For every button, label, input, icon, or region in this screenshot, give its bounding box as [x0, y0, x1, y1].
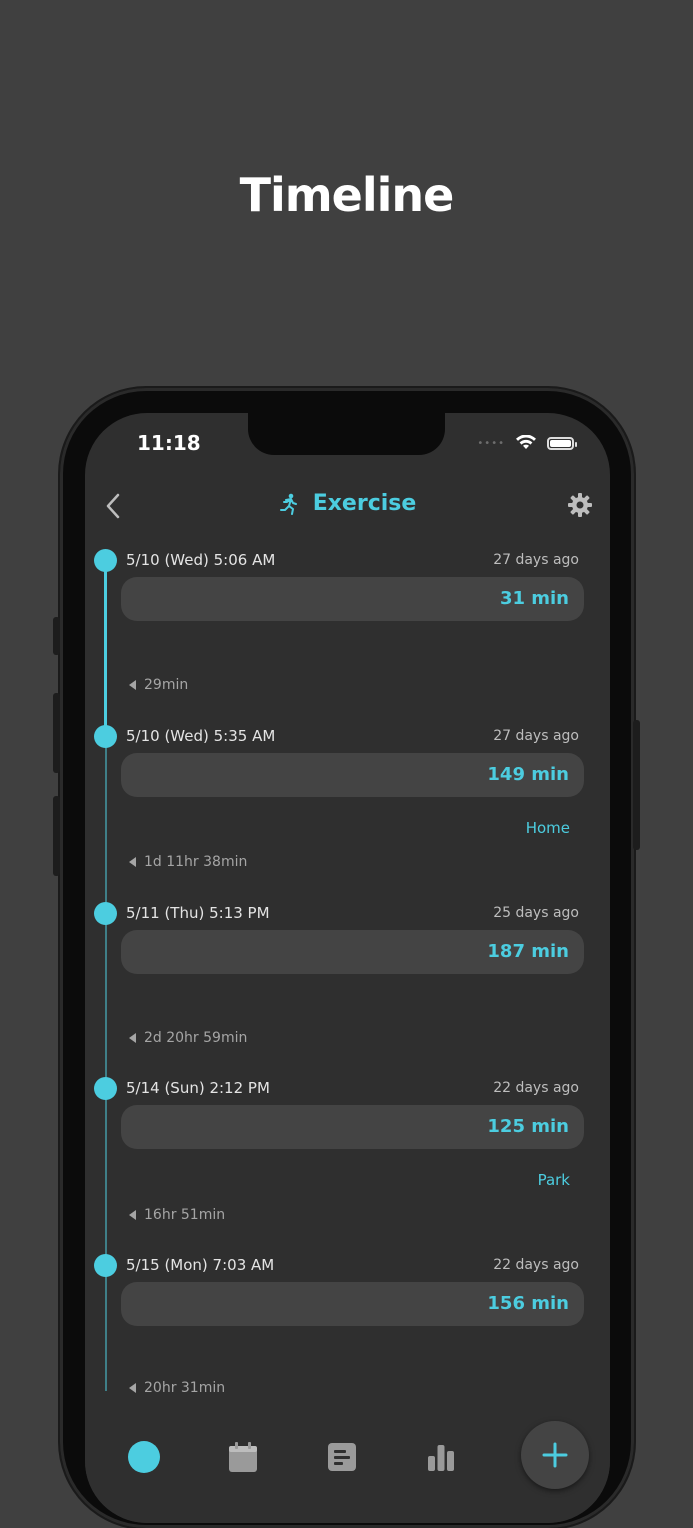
status-time: 11:18	[137, 431, 201, 455]
timeline-dot-icon	[128, 1441, 160, 1473]
phone-volume-down	[53, 796, 60, 876]
tab-notes[interactable]	[322, 1437, 362, 1477]
entry-duration: 31 min	[499, 588, 569, 609]
signal-icon: ••••	[477, 437, 505, 449]
gap-duration: 29min	[144, 677, 189, 693]
entry-card[interactable]: 31 min	[121, 577, 584, 621]
entry-location-tag[interactable]: Park	[538, 1171, 570, 1189]
app-screen: 11:18 •••• Exercise 5/10 (Wed) 5:06 AM 2…	[85, 413, 610, 1523]
left-arrow-icon	[129, 1383, 136, 1393]
gap-duration: 2d 20hr 59min	[144, 1030, 248, 1046]
running-person-icon	[279, 493, 297, 515]
nav-title: Exercise	[312, 491, 417, 516]
entry-relative-time: 25 days ago	[493, 905, 579, 921]
entry-card[interactable]: 187 min	[121, 930, 584, 974]
entry-relative-time: 27 days ago	[493, 552, 579, 568]
nav-title-group: Exercise	[85, 491, 610, 516]
gap-label: 20hr 31min	[129, 1380, 225, 1396]
tab-bar	[85, 1413, 610, 1523]
timeline-dot	[94, 902, 117, 925]
entry-card[interactable]: 156 min	[121, 1282, 584, 1326]
notch	[248, 413, 445, 455]
entry-date: 5/10 (Wed) 5:35 AM	[126, 727, 276, 745]
battery-icon	[547, 436, 577, 450]
entry-card[interactable]: 125 min	[121, 1105, 584, 1149]
phone-volume-up	[53, 693, 60, 773]
timeline-dot	[94, 1254, 117, 1277]
timeline-dot	[94, 725, 117, 748]
notes-icon	[328, 1443, 356, 1471]
status-icons: ••••	[477, 435, 577, 451]
gap-duration: 20hr 31min	[144, 1380, 226, 1396]
entry-relative-time: 22 days ago	[493, 1080, 579, 1096]
entry-relative-time: 27 days ago	[493, 728, 579, 744]
phone-power-button	[633, 720, 640, 850]
entry-date: 5/15 (Mon) 7:03 AM	[126, 1256, 275, 1274]
add-entry-button[interactable]	[521, 1421, 589, 1489]
plus-icon	[542, 1442, 568, 1468]
entry-duration: 156 min	[487, 1293, 569, 1314]
phone-silent-switch	[53, 617, 60, 655]
entry-date: 5/14 (Sun) 2:12 PM	[126, 1079, 270, 1097]
left-arrow-icon	[129, 680, 136, 690]
gap-duration: 1d 11hr 38min	[144, 854, 248, 870]
entry-duration: 125 min	[487, 1116, 569, 1137]
left-arrow-icon	[129, 1033, 136, 1043]
entry-duration: 187 min	[487, 941, 569, 962]
gap-label: 2d 20hr 59min	[129, 1030, 247, 1046]
calendar-icon	[229, 1442, 257, 1472]
timeline-line-highlight	[104, 561, 107, 736]
gear-icon	[568, 493, 592, 517]
settings-button[interactable]	[566, 491, 594, 519]
timeline-dot	[94, 1077, 117, 1100]
wifi-icon	[516, 435, 536, 449]
left-arrow-icon	[129, 857, 136, 867]
gap-label: 29min	[129, 677, 188, 693]
entry-card[interactable]: 149 min	[121, 753, 584, 797]
bar-chart-icon	[428, 1445, 454, 1471]
tab-statistics[interactable]	[421, 1437, 461, 1477]
left-arrow-icon	[129, 1210, 136, 1220]
entry-duration: 149 min	[487, 764, 569, 785]
timeline-dot	[94, 549, 117, 572]
entry-date: 5/10 (Wed) 5:06 AM	[126, 551, 276, 569]
entry-location-tag[interactable]: Home	[526, 819, 570, 837]
entry-relative-time: 22 days ago	[493, 1257, 579, 1273]
entry-date: 5/11 (Thu) 5:13 PM	[126, 904, 270, 922]
tab-timeline[interactable]	[124, 1437, 164, 1477]
navigation-bar: Exercise	[85, 483, 610, 531]
page-title: Timeline	[239, 168, 455, 222]
gap-label: 1d 11hr 38min	[129, 854, 247, 870]
tab-calendar[interactable]	[223, 1437, 263, 1477]
gap-duration: 16hr 51min	[144, 1207, 226, 1223]
gap-label: 16hr 51min	[129, 1207, 225, 1223]
